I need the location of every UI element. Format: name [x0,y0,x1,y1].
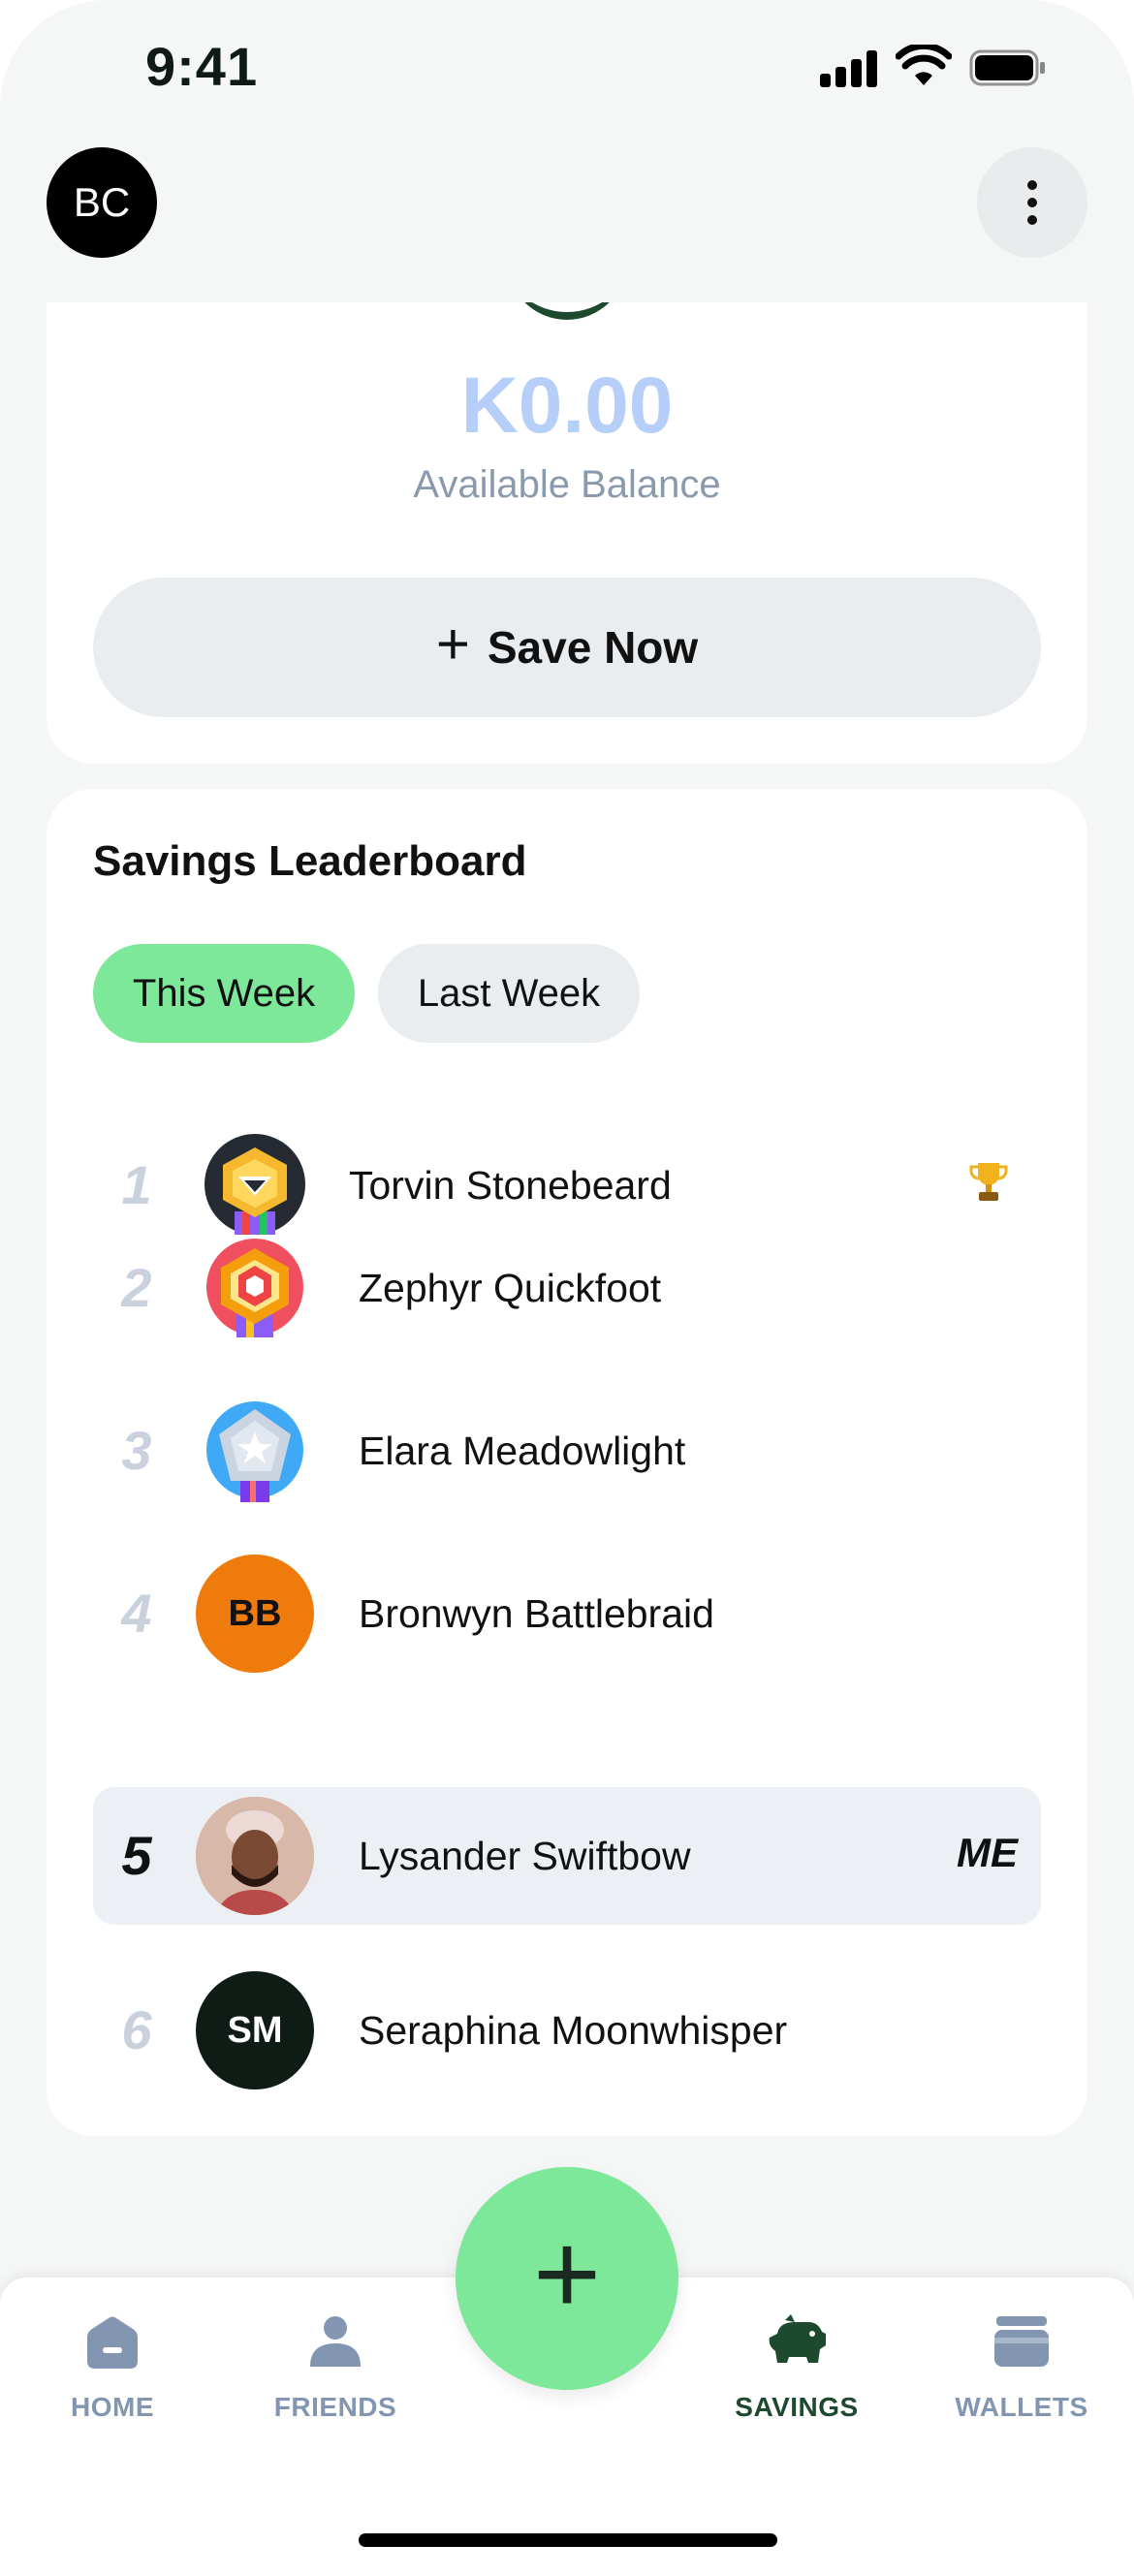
tab-last-week[interactable]: Last Week [378,944,640,1043]
status-time: 9:41 [145,36,259,97]
nav-label: WALLETS [955,2392,1088,2422]
leaderboard-row[interactable]: 2 Zephyr Quickfoot [93,1219,1041,1357]
leaderboard-title: Savings Leaderboard [93,837,527,885]
leaderboard-row[interactable]: 6 SM Seraphina Moonwhisper [93,1962,1041,2099]
profile-avatar[interactable]: BC [47,147,157,258]
nav-label: HOME [71,2392,154,2422]
dot-icon [1027,215,1037,225]
home-indicator [359,2533,777,2547]
row-name: Elara Meadowlight [359,1429,686,1473]
home-icon [87,2316,138,2369]
rank-number: 5 [121,1825,152,1886]
savings-ring [507,302,627,320]
savings-leaderboard: Savings Leaderboard This Week Last Week … [47,789,1087,2136]
wallet-icon [994,2316,1049,2367]
rank-number: 4 [121,1583,152,1644]
balance-amount: K0.00 [460,361,674,450]
leaderboard-row-current-user[interactable]: 5 Lysander Swiftbow ME [93,1787,1041,1925]
app-screen: 9:41 BC K0.00 Available Balance + Save N… [0,0,1134,2576]
me-tag: ME [957,1830,1018,1875]
battery-icon [969,49,1045,86]
user-photo-avatar [196,1797,314,1915]
dot-icon [1027,180,1037,190]
plus-icon: + [532,2209,602,2339]
balance-label: Available Balance [413,463,721,506]
plus-icon: + [435,612,470,676]
rank-number: 6 [121,1999,152,2060]
piggy-bank-icon [769,2314,826,2363]
rank-number: 1 [121,1154,152,1215]
nav-label: SAVINGS [735,2392,859,2422]
nav-wallets[interactable]: WALLETS [925,2312,1118,2423]
initials-avatar: SM [196,1971,314,2089]
row-name: Torvin Stonebeard [349,1163,672,1208]
save-now-button[interactable]: + Save Now [93,578,1041,717]
balance-card: K0.00 Available Balance + Save Now [47,302,1087,764]
blue-badge-avatar [196,1392,314,1510]
dot-icon [1027,198,1037,207]
save-now-label: Save Now [487,622,699,673]
nav-label: FRIENDS [273,2392,397,2422]
cellular-signal-icon [820,50,880,87]
row-name: Zephyr Quickfoot [359,1266,662,1310]
friends-icon [310,2316,361,2367]
trophy-icon [969,1163,1008,1201]
leaderboard-row[interactable]: 3 Elara Meadowlight [93,1382,1041,1520]
row-name: Bronwyn Battlebraid [359,1591,714,1636]
wifi-icon [896,45,952,85]
nav-friends[interactable]: FRIENDS [238,2312,432,2423]
leaderboard-row[interactable]: 4 BB Bronwyn Battlebraid [93,1545,1041,1682]
status-bar: 9:41 [0,0,1134,136]
nav-home[interactable]: HOME [16,2312,209,2423]
initials-avatar: BB [196,1555,314,1673]
tab-this-week[interactable]: This Week [93,944,355,1043]
nav-savings[interactable]: SAVINGS [700,2312,894,2423]
row-name: Lysander Swiftbow [359,1834,691,1878]
red-badge-avatar [196,1229,314,1347]
rank-number: 3 [121,1420,152,1481]
row-name: Seraphina Moonwhisper [359,2008,788,2053]
add-fab-button[interactable]: + [456,2167,678,2390]
rank-number: 2 [121,1257,152,1318]
more-options-button[interactable] [977,147,1087,258]
